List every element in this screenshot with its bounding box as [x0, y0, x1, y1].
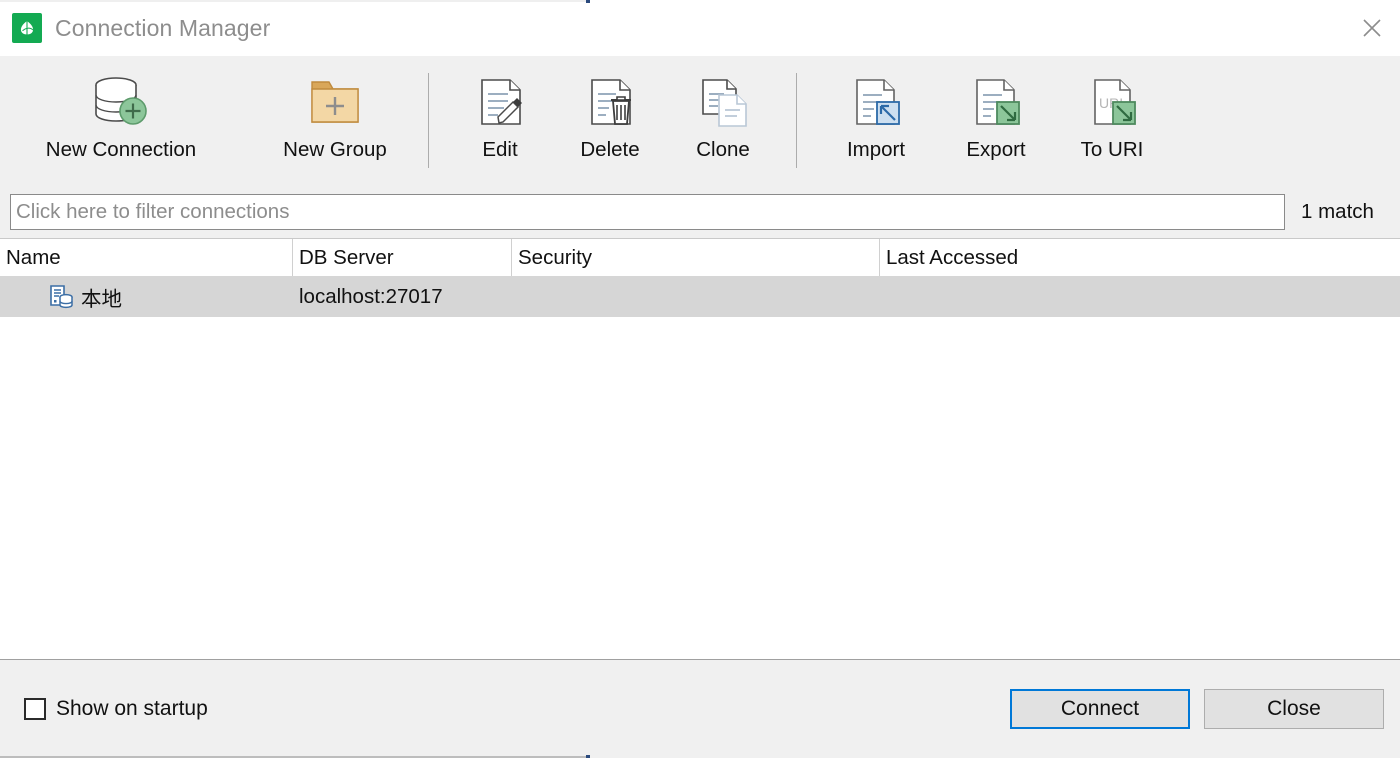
toolbar-separator-2 — [796, 73, 797, 168]
list-header: Name DB Server Security Last Accessed — [0, 239, 1400, 277]
edit-button[interactable]: Edit — [446, 68, 554, 162]
window-title: Connection Manager — [55, 15, 270, 42]
column-header-last-accessed[interactable]: Last Accessed — [880, 239, 1400, 276]
delete-label: Delete — [580, 138, 639, 162]
document-pencil-icon — [468, 68, 532, 136]
footer: Show on startup Connect Close — [0, 660, 1400, 758]
document-copy-icon — [691, 68, 755, 136]
mongodb-leaf-icon — [12, 13, 42, 43]
column-header-security[interactable]: Security — [512, 239, 880, 276]
close-icon[interactable] — [1344, 0, 1400, 56]
export-label: Export — [966, 138, 1025, 162]
filter-row: 1 match — [0, 186, 1400, 238]
cell-last-accessed — [880, 277, 1400, 317]
table-row[interactable]: 本地 localhost:27017 — [0, 277, 1400, 317]
footer-buttons: Connect Close — [1010, 689, 1384, 729]
connection-manager-window: Connection Manager New Connection — [0, 0, 1400, 758]
connections-list: Name DB Server Security Last Accessed — [0, 238, 1400, 660]
cell-security — [512, 277, 880, 317]
close-button[interactable]: Close — [1204, 689, 1384, 729]
new-connection-label: New Connection — [46, 138, 196, 162]
document-trash-icon — [578, 68, 642, 136]
background-window-edge-top — [0, 0, 590, 2]
connection-name-text: 本地 — [81, 282, 122, 312]
connection-document-database-icon — [48, 284, 74, 310]
column-header-db-server[interactable]: DB Server — [293, 239, 512, 276]
cell-db-server: localhost:27017 — [293, 277, 512, 317]
clone-label: Clone — [696, 138, 750, 162]
database-add-icon — [89, 68, 153, 136]
delete-button[interactable]: Delete — [554, 68, 666, 162]
document-import-icon — [844, 68, 908, 136]
new-connection-button[interactable]: New Connection — [0, 68, 242, 162]
clone-button[interactable]: Clone — [666, 68, 780, 162]
import-button[interactable]: Import — [814, 68, 938, 162]
to-uri-label: To URI — [1081, 138, 1144, 162]
new-group-label: New Group — [283, 138, 387, 162]
folder-add-icon — [303, 68, 367, 136]
import-label: Import — [847, 138, 905, 162]
column-header-name[interactable]: Name — [0, 239, 293, 276]
filter-input[interactable] — [10, 194, 1285, 230]
document-uri-icon: URI — [1080, 68, 1144, 136]
toolbar-separator-1 — [428, 73, 429, 168]
show-on-startup-checkbox[interactable]: Show on startup — [24, 697, 208, 721]
connect-button[interactable]: Connect — [1010, 689, 1190, 729]
document-export-icon — [964, 68, 1028, 136]
checkbox-box-icon — [24, 698, 46, 720]
title-bar: Connection Manager — [0, 0, 1400, 56]
edit-label: Edit — [482, 138, 517, 162]
cell-name: 本地 — [0, 277, 293, 317]
export-button[interactable]: Export — [938, 68, 1054, 162]
toolbar: New Connection New Group — [0, 56, 1400, 186]
show-on-startup-label: Show on startup — [56, 697, 208, 721]
match-count-label: 1 match — [1301, 200, 1374, 224]
new-group-button[interactable]: New Group — [242, 68, 428, 162]
to-uri-button[interactable]: URI To URI — [1054, 68, 1170, 162]
